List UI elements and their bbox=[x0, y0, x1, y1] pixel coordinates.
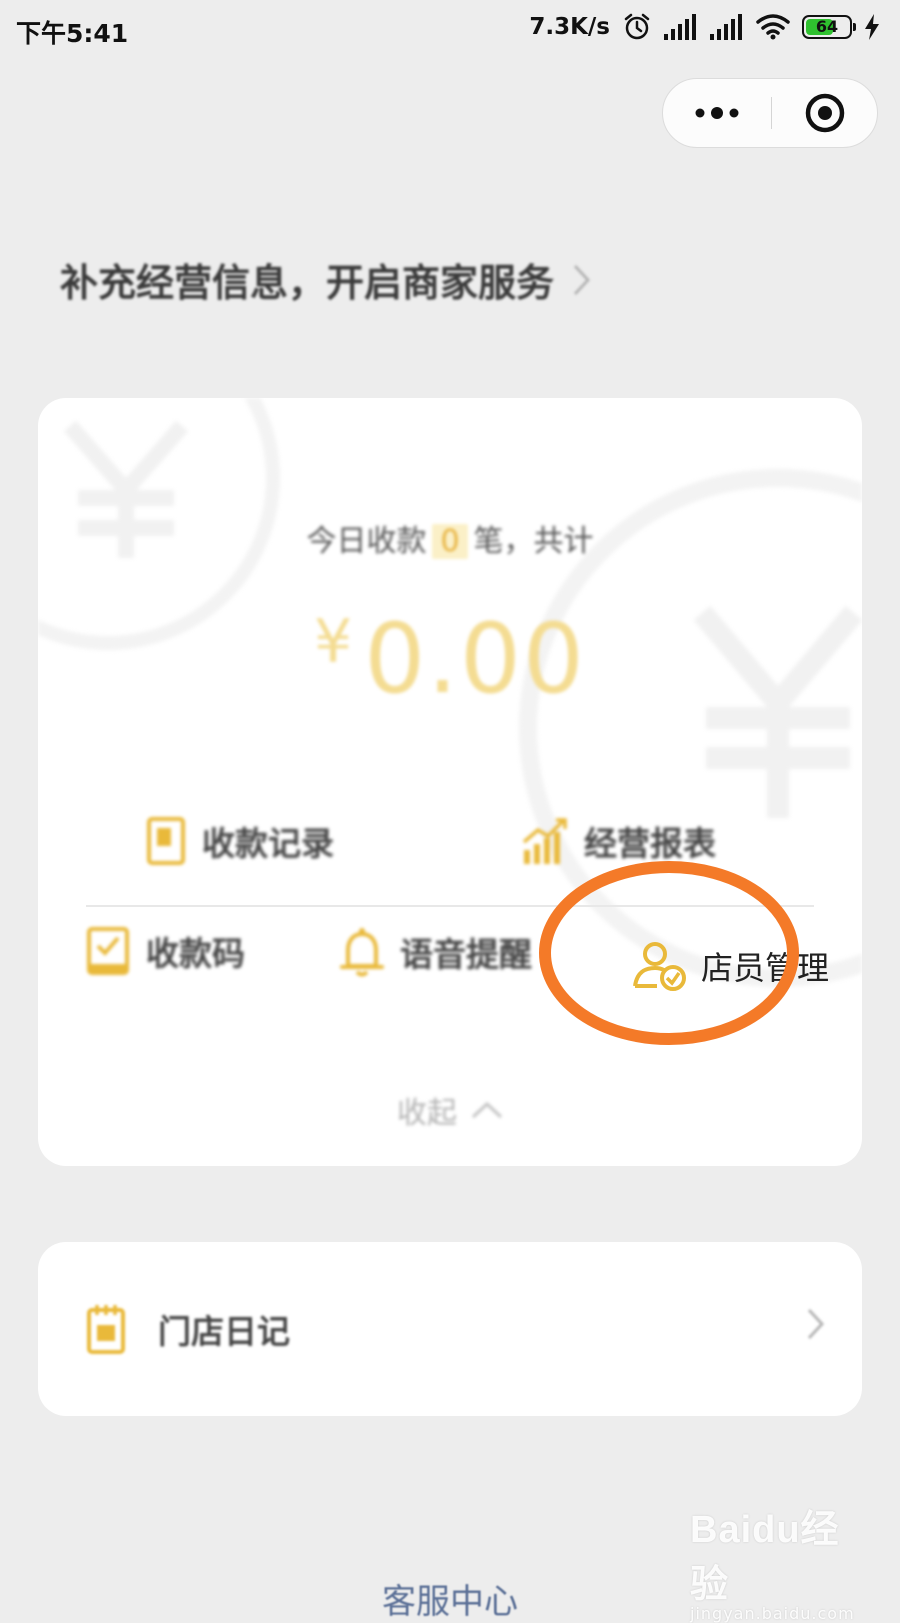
more-button[interactable] bbox=[663, 79, 771, 147]
chevron-right-icon bbox=[807, 1308, 825, 1340]
card-divider bbox=[86, 905, 814, 907]
store-diary-content: 门店日记 bbox=[86, 1242, 290, 1416]
signal-icon-2 bbox=[710, 14, 744, 40]
staff-management-button[interactable]: 店员管理 bbox=[633, 940, 829, 992]
receipt-icon bbox=[147, 817, 185, 865]
payment-records-button[interactable]: 收款记录 bbox=[146, 816, 334, 866]
capsule-menu bbox=[662, 78, 878, 148]
today-count: 0 bbox=[432, 524, 468, 559]
network-speed: 7.3K/s bbox=[529, 14, 610, 40]
chevron-right-icon bbox=[573, 264, 591, 295]
currency-symbol: ¥ bbox=[314, 607, 355, 677]
payment-records-label: 收款记录 bbox=[202, 824, 334, 863]
business-report-label: 经营报表 bbox=[584, 824, 716, 863]
wifi-icon bbox=[756, 14, 790, 40]
notebook-icon bbox=[87, 1305, 125, 1354]
yuan-watermark-icon bbox=[38, 398, 862, 987]
today-summary: 今日收款 0 笔，共计 bbox=[38, 516, 862, 560]
staff-management-label: 店员管理 bbox=[701, 949, 830, 987]
target-close-icon bbox=[805, 93, 845, 133]
amount-value: 0.00 bbox=[364, 603, 586, 715]
store-diary-card[interactable]: 门店日记 bbox=[38, 1242, 862, 1416]
payment-code-button[interactable]: 收款码 bbox=[86, 926, 245, 976]
business-report-button[interactable]: 经营报表 bbox=[522, 816, 716, 866]
voice-reminder-label: 语音提醒 bbox=[400, 935, 532, 974]
merchant-info-label: 补充经营信息，开启商家服务 bbox=[60, 261, 555, 305]
voice-reminder-button[interactable]: 语音提醒 bbox=[340, 926, 532, 978]
status-bar: 下午5:41 7.3K/s 64 bbox=[0, 0, 900, 62]
today-amount: ¥0.00 bbox=[38, 603, 862, 715]
battery-icon: 64 bbox=[802, 15, 856, 39]
pay-code-icon bbox=[87, 927, 129, 975]
watermark-brand: Baidu经验 bbox=[690, 1509, 840, 1606]
collapse-button[interactable]: 收起 bbox=[38, 1088, 862, 1132]
store-diary-label: 门店日记 bbox=[158, 1312, 290, 1351]
today-suffix: 笔，共计 bbox=[473, 524, 594, 559]
staff-check-icon bbox=[633, 942, 686, 991]
charging-icon bbox=[864, 14, 880, 40]
status-time: 下午5:41 bbox=[16, 19, 129, 48]
close-button[interactable] bbox=[772, 79, 878, 147]
more-dots-icon bbox=[695, 107, 739, 119]
baidu-watermark: Baidu经验 jingyan.baidu.com bbox=[690, 1498, 870, 1623]
signal-icon bbox=[664, 14, 698, 40]
alarm-icon bbox=[622, 12, 652, 42]
battery-level: 64 bbox=[815, 17, 839, 36]
watermark-url: jingyan.baidu.com bbox=[690, 1604, 855, 1623]
collapse-label: 收起 bbox=[397, 1096, 457, 1131]
payment-code-label: 收款码 bbox=[146, 934, 245, 973]
chevron-up-icon bbox=[471, 1101, 503, 1119]
menu-row-1: 收款记录 经营报表 bbox=[38, 816, 862, 886]
status-icons: 7.3K/s 64 bbox=[529, 12, 880, 42]
bell-icon bbox=[340, 928, 384, 977]
chart-icon bbox=[522, 818, 567, 864]
today-prefix: 今日收款 bbox=[306, 524, 427, 559]
merchant-info-link[interactable]: 补充经营信息，开启商家服务 bbox=[60, 252, 592, 307]
payment-card: 今日收款 0 笔，共计 ¥0.00 收款记录 经营报表 收款码 语音提醒 店员管… bbox=[38, 398, 862, 1166]
